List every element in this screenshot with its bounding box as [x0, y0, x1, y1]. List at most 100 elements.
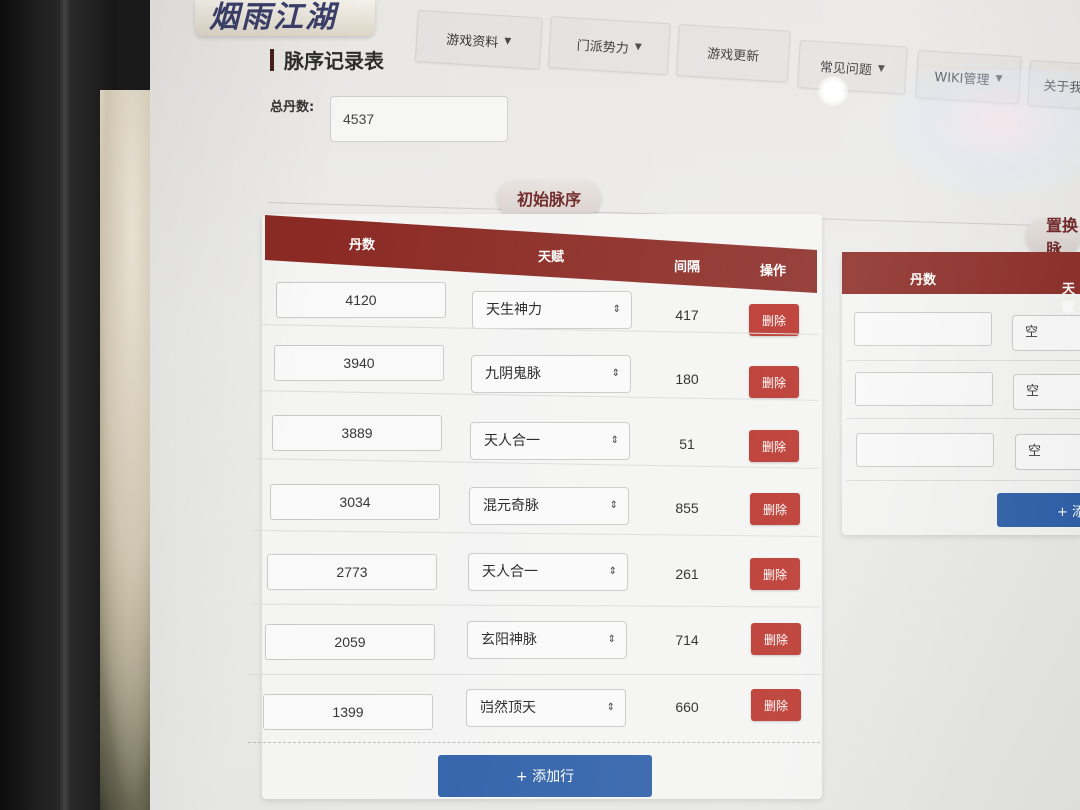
- talent-select[interactable]: 天人合一 ⇕: [468, 553, 628, 591]
- nav-about[interactable]: 关于我: [1027, 60, 1080, 111]
- dan-value: 3034: [339, 494, 371, 510]
- nav-label: 游戏资料: [445, 32, 499, 51]
- nav-faq[interactable]: 常见问题 ▼: [797, 40, 908, 95]
- total-dan-value: 4537: [343, 111, 375, 127]
- talent-value: 混元奇脉: [483, 498, 539, 514]
- delete-label: 删除: [763, 632, 788, 647]
- delete-button[interactable]: 删除: [751, 689, 801, 721]
- replace-dan-input[interactable]: [856, 433, 994, 467]
- caret-down-icon: ▼: [503, 36, 512, 47]
- delete-button[interactable]: 删除: [749, 304, 799, 336]
- gap-value: 180: [675, 371, 699, 387]
- gap-value: 261: [675, 566, 699, 582]
- nav-label: 游戏更新: [706, 46, 760, 65]
- dan-input[interactable]: 2059: [265, 624, 435, 660]
- gap-value: 714: [675, 632, 699, 648]
- nav-updates[interactable]: 游戏更新: [675, 24, 791, 83]
- talent-value: 空: [1028, 444, 1042, 459]
- replace-add-row-button[interactable]: + 添: [997, 493, 1080, 527]
- bezel-edge: [60, 0, 70, 810]
- gap-value: 855: [675, 500, 699, 516]
- delete-button[interactable]: 删除: [750, 493, 800, 525]
- dan-value: 3889: [341, 425, 373, 441]
- site-logo[interactable]: 烟雨江湖: [195, 0, 375, 36]
- talent-value: 天生神力: [486, 302, 542, 318]
- nav-label: 常见问题: [819, 59, 873, 78]
- total-dan-input[interactable]: 4537: [330, 96, 508, 142]
- talent-select[interactable]: 混元奇脉 ⇕: [469, 487, 629, 525]
- talent-select[interactable]: 天生神力 ⇕: [472, 291, 632, 329]
- talent-value: 空: [1026, 384, 1040, 399]
- delete-button[interactable]: 删除: [749, 430, 799, 462]
- talent-value: 九阴鬼脉: [485, 366, 541, 382]
- logo-text: 烟雨江湖: [209, 0, 337, 35]
- delete-button[interactable]: 删除: [751, 623, 801, 655]
- title-accent-bar: [270, 48, 274, 71]
- replace-talent-select[interactable]: 空: [1012, 315, 1080, 351]
- page-title: 脉序记录表: [270, 45, 384, 74]
- talent-value: 岿然顶天: [480, 700, 536, 716]
- nav-label: 关于我: [1042, 78, 1080, 96]
- dan-input[interactable]: 3889: [272, 415, 442, 451]
- caret-down-icon: ▼: [634, 42, 643, 53]
- talent-select[interactable]: 天人合一 ⇕: [470, 422, 630, 460]
- add-row-label: + 添: [1057, 504, 1080, 520]
- dan-input[interactable]: 2773: [267, 554, 437, 590]
- caret-down-icon: ▼: [877, 63, 886, 75]
- delete-label: 删除: [762, 502, 787, 517]
- dan-input[interactable]: 1399: [263, 694, 433, 730]
- gap-value: 660: [675, 699, 699, 715]
- delete-label: 删除: [761, 313, 786, 328]
- page-title-text: 脉序记录表: [284, 49, 384, 73]
- nav-sects[interactable]: 门派势力 ▼: [547, 16, 671, 76]
- row-divider: [846, 360, 1080, 361]
- dan-value: 1399: [332, 704, 364, 720]
- dan-value: 4120: [345, 292, 377, 308]
- updown-arrows-icon: ⇕: [611, 368, 620, 379]
- replace-talent-select[interactable]: 空: [1015, 434, 1080, 470]
- delete-label: 删除: [763, 698, 788, 713]
- row-divider: [846, 480, 1080, 481]
- updown-arrows-icon: ⇕: [606, 702, 615, 713]
- updown-arrows-icon: ⇕: [612, 304, 621, 315]
- row-divider: [846, 418, 1080, 419]
- section-title-replace: 置换脉: [1026, 216, 1080, 259]
- replace-talent-select[interactable]: 空: [1013, 374, 1080, 410]
- replace-dan-input[interactable]: [855, 372, 993, 406]
- delete-label: 删除: [761, 439, 786, 454]
- dan-input[interactable]: 3940: [274, 345, 444, 381]
- delete-button[interactable]: 删除: [750, 558, 800, 590]
- updown-arrows-icon: ⇕: [610, 435, 619, 446]
- gap-value: 51: [679, 436, 695, 452]
- replace-dan-input[interactable]: [854, 312, 992, 346]
- talent-value: 空: [1025, 325, 1039, 340]
- updown-arrows-icon: ⇕: [607, 634, 616, 645]
- gap-value: 417: [675, 307, 699, 323]
- dan-value: 3940: [343, 355, 375, 371]
- dan-value: 2059: [334, 634, 366, 650]
- section-title-text: 初始脉序: [517, 190, 582, 209]
- header-dan: 丹数: [349, 238, 376, 253]
- updown-arrows-icon: ⇕: [608, 566, 617, 577]
- talent-select[interactable]: 玄阳神脉 ⇕: [467, 621, 627, 659]
- nav-game-info[interactable]: 游戏资料 ▼: [414, 10, 543, 70]
- add-row-button[interactable]: + 添加行: [438, 755, 652, 797]
- talent-value: 玄阳神脉: [481, 632, 537, 648]
- updown-arrows-icon: ⇕: [609, 500, 618, 511]
- talent-select[interactable]: 岿然顶天 ⇕: [466, 689, 626, 727]
- talent-select[interactable]: 九阴鬼脉 ⇕: [471, 355, 631, 393]
- light-glare: [818, 76, 848, 106]
- nav-wiki[interactable]: WIKI管理 ▼: [915, 50, 1022, 105]
- replace-table-header: [842, 252, 1080, 294]
- section-title-initial: 初始脉序: [497, 180, 602, 216]
- dan-input[interactable]: 4120: [276, 282, 446, 318]
- delete-label: 删除: [762, 567, 787, 582]
- nav-label: WIKI管理: [933, 69, 990, 88]
- delete-button[interactable]: 删除: [749, 366, 799, 398]
- add-row-label: + 添加行: [515, 769, 575, 785]
- dan-value: 2773: [336, 564, 368, 580]
- dan-input[interactable]: 3034: [270, 484, 440, 520]
- replace-header-talent: 天赋: [1062, 282, 1076, 316]
- caret-down-icon: ▼: [995, 73, 1003, 85]
- replace-header-dan: 丹数: [910, 273, 937, 288]
